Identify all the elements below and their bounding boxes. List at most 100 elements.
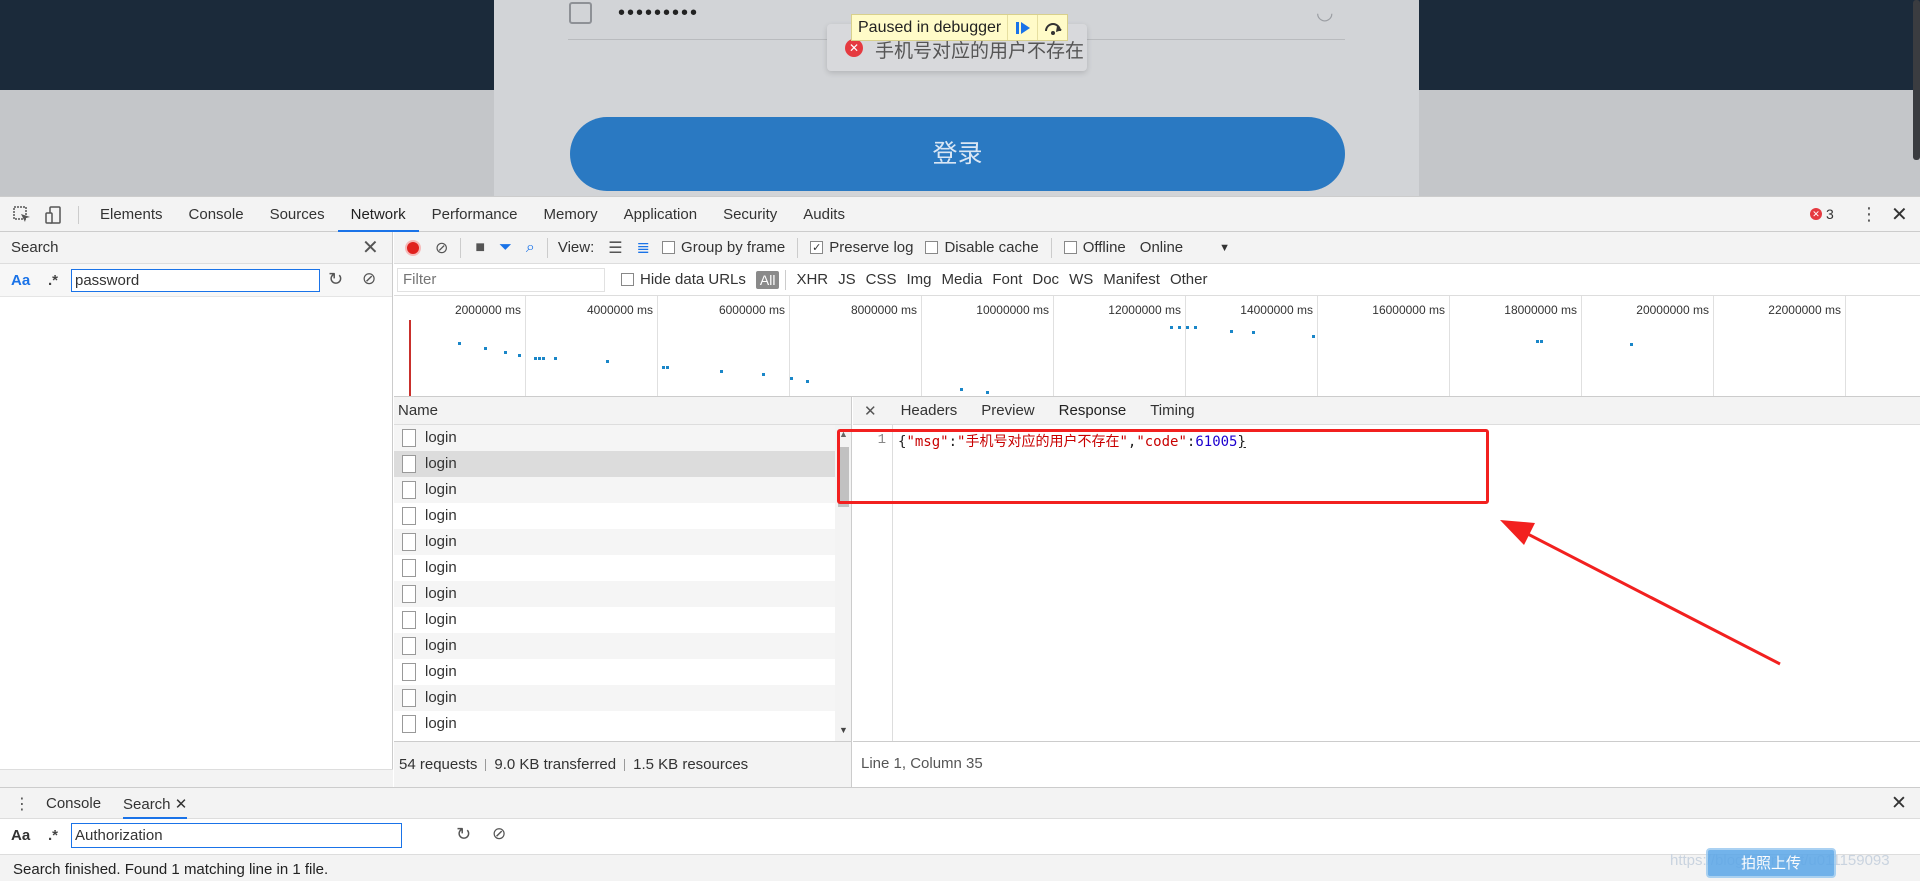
request-row[interactable]: login [394, 451, 851, 477]
login-button[interactable]: 登录 [570, 117, 1345, 191]
tab-headers[interactable]: Headers [901, 402, 958, 419]
search-icon[interactable]: ⌕ [526, 239, 535, 257]
filter-type-ws[interactable]: WS [1069, 271, 1093, 288]
tab-performance[interactable]: Performance [419, 197, 531, 232]
search-sidebar-input[interactable] [71, 269, 320, 292]
drawer-menu-icon[interactable]: ⋮ [14, 794, 30, 814]
regex-toggle[interactable]: .* [48, 272, 58, 289]
hide-data-urls-checkbox[interactable] [621, 273, 634, 286]
photo-upload-button[interactable]: 拍照上传 [1706, 848, 1836, 878]
throttling-select[interactable]: Online [1140, 239, 1183, 256]
step-over-button[interactable] [1037, 15, 1067, 40]
network-toolbar: ⊘ ■ ⏷ ⌕ View: ☰ ≣ Group by frame ✓ Prese… [394, 232, 1920, 264]
request-row[interactable]: login [394, 477, 851, 503]
clear-icon[interactable]: ⊘ [362, 269, 376, 289]
resume-button[interactable] [1007, 15, 1037, 40]
filter-type-other[interactable]: Other [1170, 271, 1208, 288]
request-row[interactable]: login [394, 503, 851, 529]
offline-checkbox[interactable] [1063, 241, 1077, 254]
tab-elements[interactable]: Elements [87, 197, 176, 232]
filter-type-img[interactable]: Img [906, 271, 931, 288]
tab-timing[interactable]: Timing [1150, 402, 1194, 419]
timeline-tick-label: 16000000 ms [1372, 303, 1445, 317]
match-case-toggle[interactable]: Aa [11, 272, 30, 289]
filter-type-xhr[interactable]: XHR [796, 271, 828, 288]
filter-type-all[interactable]: All [755, 270, 780, 289]
tabbar-divider [78, 206, 79, 224]
filter-type-manifest[interactable]: Manifest [1103, 271, 1160, 288]
filter-input[interactable] [397, 267, 605, 292]
filter-type-media[interactable]: Media [942, 271, 983, 288]
request-row[interactable]: login [394, 659, 851, 685]
filter-icon[interactable]: ⏷ [499, 239, 512, 257]
timeline-request-dot [1630, 343, 1633, 346]
timeline-request-dot [960, 388, 963, 391]
timeline-request-dot [1186, 326, 1189, 329]
scroll-down-arrow-icon[interactable]: ▼ [839, 725, 848, 735]
request-name: login [425, 715, 457, 732]
request-row[interactable]: login [394, 607, 851, 633]
close-devtools-icon[interactable]: ✕ [1891, 202, 1908, 227]
request-row[interactable]: login [394, 529, 851, 555]
record-button[interactable] [405, 239, 421, 256]
timeline-gridline [525, 296, 526, 396]
timeline-request-dot [534, 357, 537, 360]
tab-response[interactable]: Response [1059, 402, 1127, 419]
filter-type-doc[interactable]: Doc [1032, 271, 1059, 288]
close-tab-icon[interactable]: ✕ [175, 796, 188, 813]
regex-toggle[interactable]: .* [48, 827, 58, 844]
close-search-icon[interactable]: ✕ [362, 235, 379, 260]
timeline-gridline [657, 296, 658, 396]
search-sidebar-footer [0, 769, 393, 789]
document-icon [402, 559, 416, 577]
match-case-toggle[interactable]: Aa [11, 827, 30, 844]
close-detail-icon[interactable]: ✕ [864, 402, 877, 420]
request-name: login [425, 533, 457, 550]
page-scrollbar-thumb[interactable] [1913, 0, 1920, 160]
drawer-tab-search[interactable]: Search ✕ [123, 795, 188, 819]
tab-application[interactable]: Application [611, 197, 710, 232]
preserve-log-checkbox[interactable]: ✓ [810, 241, 824, 254]
filter-type-font[interactable]: Font [992, 271, 1022, 288]
request-row[interactable]: login [394, 555, 851, 581]
tab-sources[interactable]: Sources [257, 197, 338, 232]
tab-audits[interactable]: Audits [790, 197, 858, 232]
debugger-label: Paused in debugger [858, 18, 1002, 36]
filter-type-css[interactable]: CSS [866, 271, 897, 288]
close-drawer-icon[interactable]: ✕ [1891, 792, 1907, 815]
tab-preview[interactable]: Preview [981, 402, 1034, 419]
disable-cache-checkbox[interactable] [925, 241, 939, 254]
password-field[interactable]: ••••••••• [618, 2, 699, 25]
tab-console[interactable]: Console [176, 197, 257, 232]
request-row[interactable]: login [394, 581, 851, 607]
name-column-header[interactable]: Name [394, 397, 851, 425]
tab-security[interactable]: Security [710, 197, 790, 232]
filter-type-js[interactable]: JS [838, 271, 856, 288]
screenshot-camera-icon[interactable]: ■ [475, 239, 485, 257]
group-by-frame-checkbox[interactable] [662, 241, 676, 254]
refresh-icon[interactable]: ↻ [328, 269, 343, 290]
refresh-icon[interactable]: ↻ [456, 824, 471, 845]
request-row[interactable]: login [394, 633, 851, 659]
error-counter[interactable]: ✕ 3 [1810, 206, 1834, 222]
timeline-request-dot [538, 357, 541, 360]
inspect-element-icon[interactable] [12, 205, 32, 225]
eye-closed-icon[interactable]: ◡ [1316, 0, 1333, 25]
large-rows-icon[interactable]: ☰ [608, 238, 622, 258]
more-options-icon[interactable]: ⋮ [1860, 204, 1878, 225]
drawer-tab-console[interactable]: Console [46, 795, 101, 812]
clear-log-icon[interactable]: ⊘ [435, 238, 448, 258]
device-toolbar-icon[interactable] [44, 205, 64, 225]
tab-network[interactable]: Network [337, 197, 419, 232]
request-row[interactable]: login [394, 425, 851, 451]
request-name: login [425, 481, 457, 498]
network-overview-timeline[interactable]: 2000000 ms 4000000 ms 6000000 ms 8000000 ms… [394, 296, 1920, 397]
drawer-search-input[interactable] [71, 823, 402, 848]
request-row[interactable]: login [394, 685, 851, 711]
chevron-down-icon[interactable]: ▼ [1219, 242, 1230, 254]
request-row[interactable]: login [394, 711, 851, 737]
timeline-tick-label: 8000000 ms [850, 303, 917, 317]
waterfall-overview-icon[interactable]: ≣ [637, 238, 650, 258]
clear-icon[interactable]: ⊘ [492, 824, 506, 844]
tab-memory[interactable]: Memory [531, 197, 611, 232]
